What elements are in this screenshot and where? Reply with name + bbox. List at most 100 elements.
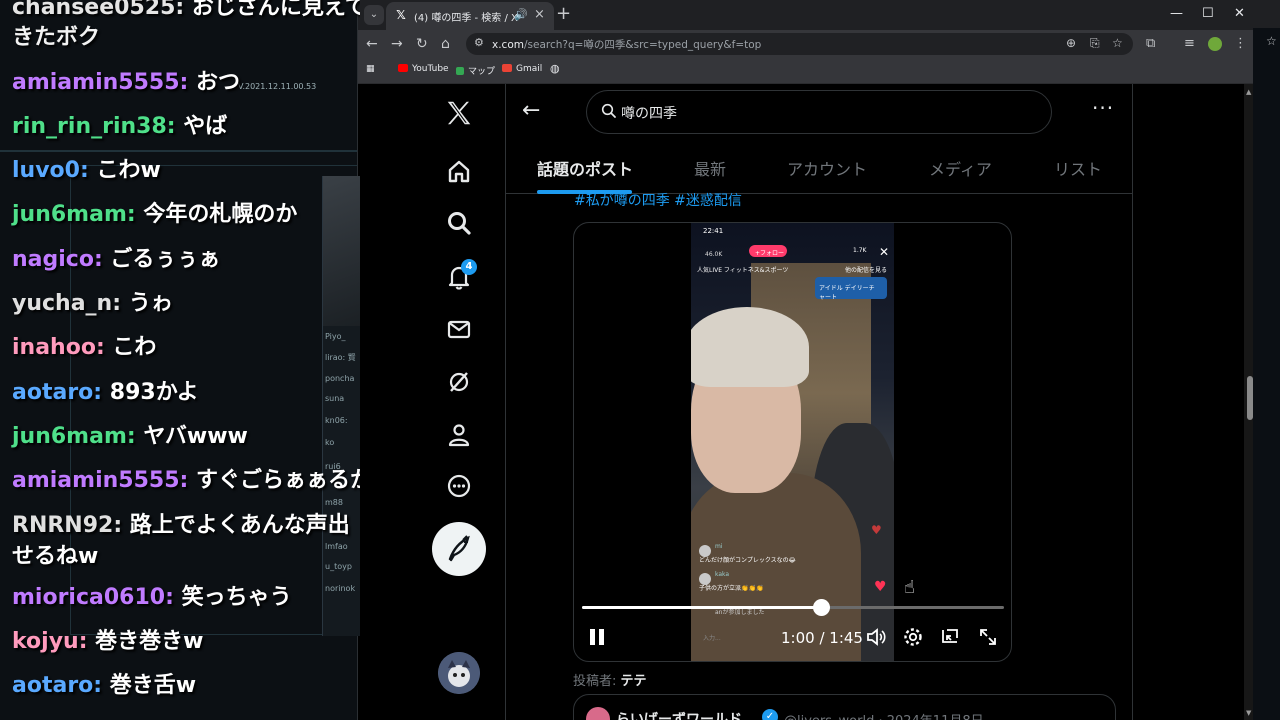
screen: V.2021.12.11.00.53 Piyo_ lirao: 賢 poncha… <box>0 0 1280 720</box>
back-icon[interactable]: ← <box>366 35 378 53</box>
chat-username: luvo0: <box>12 158 89 184</box>
more-options-icon[interactable]: ··· <box>1092 96 1114 120</box>
overlay-tags: 人気LIVE フィットネス&スポーツ <box>697 267 789 274</box>
chat-message: luvo0: こわw <box>12 149 360 193</box>
chat-message: amiamin5555: すぐごらぁぁるから <box>12 459 360 503</box>
chat-username: amiamin5555: <box>12 69 189 95</box>
picture-in-picture-icon[interactable] <box>938 625 962 649</box>
chat-message: jun6mam: 今年の札幌のか <box>12 193 360 237</box>
column-border-right <box>1132 84 1133 720</box>
tab-people[interactable]: アカウント <box>787 156 867 180</box>
close-tab-icon[interactable]: × <box>534 7 545 22</box>
scroll-up-icon[interactable]: ▲ <box>1246 88 1251 96</box>
volume-icon[interactable] <box>864 625 888 649</box>
poster-name[interactable]: テテ <box>621 674 647 689</box>
tab-lists[interactable]: リスト <box>1054 156 1102 180</box>
x-logo-icon[interactable] <box>444 98 474 128</box>
chat-username: inahoo: <box>12 335 105 361</box>
chat-message: kojyu: 巻き巻きw <box>12 620 360 664</box>
chat-text: 巻き巻きw <box>95 628 204 654</box>
scroll-down-icon[interactable]: ▼ <box>1246 709 1251 717</box>
bookmarks-bar: ▦ YouTube マップ Gmail ◍ <box>358 58 1280 84</box>
address-bar[interactable]: ⚙ x.com/search?q=噂の四季&src=typed_query&f=… <box>466 33 1133 55</box>
chat-message: nagico: ごるぅぅぁ <box>12 238 360 282</box>
bookmark-gmail[interactable]: Gmail <box>502 64 542 74</box>
comment-user: mi <box>715 543 723 550</box>
chat-username: jun6mam: <box>12 202 136 228</box>
tab-media[interactable]: メディア <box>929 156 992 180</box>
menu-dots-icon[interactable]: ⋮ <box>1234 36 1247 51</box>
video-time: 1:00 / 1:45 <box>781 629 863 647</box>
quoted-avatar[interactable] <box>586 707 610 720</box>
tab-latest[interactable]: 最新 <box>694 156 726 180</box>
new-tab-button[interactable]: + <box>556 4 571 24</box>
chat-text: うゎ <box>128 291 173 317</box>
video-player[interactable]: 22:41 46.0K +フォロー 1.7K ✕ 人気LIVE フィットネス&ス… <box>573 222 1012 662</box>
search-icon <box>601 103 616 118</box>
home-icon[interactable]: ⌂ <box>441 35 450 53</box>
quoted-display-name[interactable]: らいばーずワールド <box>616 709 742 720</box>
stream-chat-overlay: V.2021.12.11.00.53 Piyo_ lirao: 賢 poncha… <box>0 0 360 720</box>
back-arrow-icon[interactable]: ← <box>522 98 540 123</box>
x-favicon-icon: 𝕏 <box>396 8 406 22</box>
bookmark-star-icon[interactable]: ☆ <box>1112 36 1123 50</box>
profile-person-icon[interactable] <box>444 420 474 450</box>
browser-tab[interactable]: 𝕏 (4) 噂の四季 - 検索 / X 🔊 × <box>386 2 554 30</box>
explore-search-icon[interactable] <box>444 208 474 238</box>
quoted-post-card[interactable]: らいばーずワールド ✓ @livers_world · 2024年11月8日 <box>573 694 1116 720</box>
youtube-icon <box>398 64 408 72</box>
forward-icon[interactable]: → <box>391 35 403 53</box>
media-control-icon[interactable]: ≡ <box>1184 36 1195 51</box>
more-circle-icon[interactable] <box>444 471 474 501</box>
minimize-icon[interactable]: — <box>1170 6 1183 21</box>
bookmark-maps[interactable]: マップ <box>456 64 495 77</box>
search-tabs: 話題のポスト 最新 アカウント メディア リスト <box>506 140 1132 194</box>
x-search-page: 4 ← 噂の四季 ··· 話題のポスト 最新 アカウント メディア リスト #私… <box>358 84 1246 720</box>
avatar-illustration <box>438 652 480 694</box>
settings-gear-icon[interactable] <box>901 625 925 649</box>
profile-avatar[interactable] <box>1208 37 1222 51</box>
home-nav-icon[interactable] <box>444 156 474 186</box>
comment-text: どんだけ顔がコンプレックスなの😂 <box>699 557 796 564</box>
zoom-icon[interactable]: ⊕ <box>1066 36 1076 50</box>
account-avatar[interactable] <box>438 652 480 694</box>
pause-button[interactable] <box>588 627 606 647</box>
tab-strip: ⌄ 𝕏 (4) 噂の四季 - 検索 / X 🔊 × + — ☐ ✕ <box>358 0 1280 30</box>
overlay-likes: 46.0K <box>705 251 723 258</box>
messages-mail-icon[interactable] <box>444 314 474 344</box>
comment-text: 子供の方が立派👏👏👏 <box>699 585 764 592</box>
video-frame: 22:41 46.0K +フォロー 1.7K ✕ 人気LIVE フィットネス&ス… <box>691 223 894 661</box>
star-icon[interactable]: ☆ <box>1266 34 1277 48</box>
posted-by: 投稿者: テテ <box>573 674 647 689</box>
maximize-icon[interactable]: ☐ <box>1202 6 1214 21</box>
overlay-input: 入力... <box>703 635 721 642</box>
globe-icon[interactable]: ◍ <box>550 62 560 75</box>
post-hashtags[interactable]: #私が噂の四季 #迷惑配信 <box>574 190 742 210</box>
overlay-heart-icon: ♥ <box>871 523 882 537</box>
tab-title: (4) 噂の四季 - 検索 / X <box>414 13 518 24</box>
post-compose-button[interactable] <box>432 522 486 576</box>
extensions-icon[interactable]: ⧉ <box>1146 36 1155 51</box>
chat-message: amiamin5555: おつ <box>12 61 360 105</box>
notification-count-badge: 4 <box>461 259 477 275</box>
video-progress-bar[interactable] <box>582 599 1004 616</box>
search-input[interactable]: 噂の四季 <box>586 90 1052 134</box>
video-progress-fill <box>582 606 822 609</box>
bookmark-youtube[interactable]: YouTube <box>398 64 449 74</box>
reload-icon[interactable]: ↻ <box>416 35 428 53</box>
search-query-text: 噂の四季 <box>621 106 677 122</box>
chat-username: miorica0610: <box>12 584 174 610</box>
speaker-icon[interactable]: 🔊 <box>514 8 528 21</box>
site-info-icon[interactable]: ⚙ <box>474 36 484 49</box>
tab-search-button[interactable]: ⌄ <box>364 5 384 25</box>
fullscreen-icon[interactable] <box>976 625 1000 649</box>
chat-message: miorica0610: 笑っちゃう <box>12 576 360 620</box>
window-close-icon[interactable]: ✕ <box>1234 6 1245 21</box>
grok-icon[interactable] <box>444 367 474 397</box>
tab-top[interactable]: 話題のポスト <box>537 156 633 180</box>
chat-text: おじさんに見えてる <box>191 0 360 20</box>
install-icon[interactable]: ⎘ <box>1090 36 1100 51</box>
heart-reaction-icon: ♥ <box>874 579 887 595</box>
apps-grid-icon[interactable]: ▦ <box>366 64 375 74</box>
chat-message: aotaro: 巻き舌w <box>12 664 360 708</box>
